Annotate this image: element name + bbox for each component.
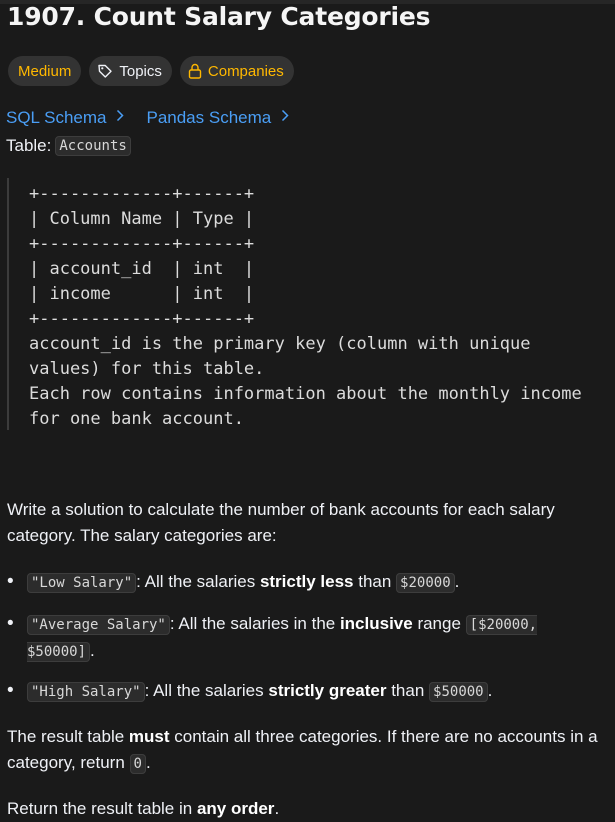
- avg-text-3: .: [90, 641, 95, 660]
- high-value-code: $50000: [429, 682, 488, 702]
- high-salary-code: "High Salary": [27, 682, 145, 702]
- low-text-2: than: [353, 572, 397, 591]
- low-text-3: .: [454, 572, 460, 591]
- code-line: | Column Name | Type |: [29, 209, 255, 229]
- code-line: values) for this table.: [29, 359, 265, 379]
- low-salary-code: "Low Salary": [27, 573, 137, 593]
- high-text-1: : All the salaries: [144, 681, 269, 700]
- code-line: | account_id | int |: [29, 259, 255, 279]
- topics-label: Topics: [119, 62, 162, 80]
- schema-code: +-------------+------+ | Column Name | T…: [29, 182, 582, 432]
- companies-button[interactable]: Companies: [179, 56, 294, 86]
- table-label: Table:: [6, 136, 52, 155]
- problem-title: 1907. Count Salary Categories: [7, 2, 431, 31]
- sql-schema-label: SQL Schema: [6, 108, 107, 127]
- high-text-3: .: [487, 681, 493, 700]
- avg-text-1: : All the salaries in the: [169, 614, 340, 633]
- low-text-1: : All the salaries: [136, 572, 260, 591]
- tag-icon: [97, 63, 113, 79]
- table-name-code: Accounts: [55, 136, 131, 156]
- difficulty-badge[interactable]: Medium: [8, 56, 82, 86]
- table-name-line: Table: Accounts: [6, 136, 131, 156]
- intro-paragraph: Write a solution to calculate the number…: [7, 500, 555, 545]
- order-text-2: .: [274, 799, 280, 818]
- avg-text-2: range: [412, 614, 466, 633]
- chevron-right-icon: [281, 109, 289, 127]
- average-salary-code: "Average Salary": [27, 615, 170, 635]
- sql-schema-link[interactable]: SQL Schema: [6, 108, 125, 128]
- schema-code-block: +-------------+------+ | Column Name | T…: [7, 178, 609, 430]
- order-paragraph: Return the result table in any order.: [7, 796, 611, 822]
- bullet-dot: •: [7, 613, 14, 634]
- result-value-code: 0: [129, 754, 146, 774]
- low-value-code: $20000: [396, 573, 455, 593]
- result-text-1: The result table: [7, 727, 129, 746]
- result-bold: must: [128, 727, 170, 746]
- lock-icon: [188, 63, 202, 79]
- code-line: account_id is the primary key (column wi…: [29, 334, 531, 354]
- companies-label: Companies: [207, 62, 284, 80]
- code-line: +-------------+------+: [29, 234, 255, 254]
- code-line: | income | int |: [29, 284, 255, 304]
- schema-links: SQL Schema Pandas Schema: [6, 108, 311, 128]
- bullet-dot: •: [7, 680, 14, 701]
- topics-button[interactable]: Topics: [89, 56, 172, 86]
- pandas-schema-label: Pandas Schema: [146, 108, 272, 127]
- code-line: +-------------+------+: [29, 309, 255, 329]
- low-bold: strictly less: [259, 572, 354, 591]
- result-paragraph: The result table must contain all three …: [7, 724, 611, 777]
- result-text-3: .: [145, 753, 151, 772]
- code-line: +-------------+------+: [29, 184, 255, 204]
- pandas-schema-link[interactable]: Pandas Schema: [146, 108, 289, 128]
- chevron-right-icon: [116, 109, 125, 127]
- bullet-dot: •: [7, 571, 14, 592]
- order-bold: any order: [196, 799, 275, 818]
- difficulty-label: Medium: [18, 62, 72, 80]
- high-text-2: than: [386, 681, 430, 700]
- code-line: for one bank account.: [29, 409, 244, 429]
- high-bold: strictly greater: [268, 681, 387, 700]
- problem-tags: Medium Topics Companies: [8, 56, 294, 86]
- code-line: Each row contains information about the …: [29, 384, 582, 404]
- avg-bold: inclusive: [339, 614, 413, 633]
- order-text-1: Return the result table in: [7, 799, 197, 818]
